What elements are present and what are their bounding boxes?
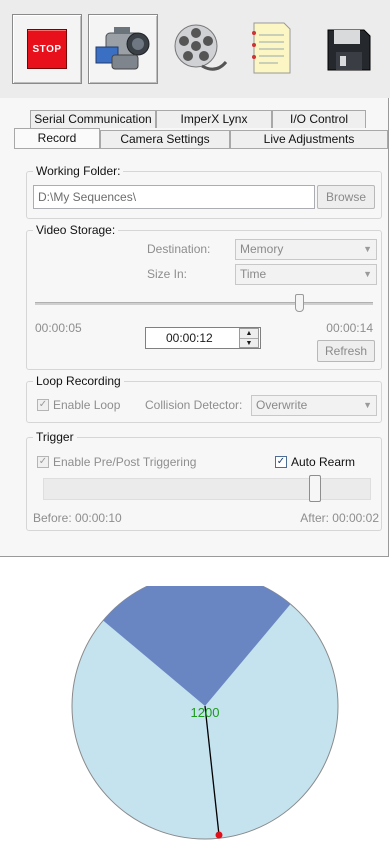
loop-recording-label: Loop Recording [33, 374, 124, 388]
time-spinner[interactable]: ▲ ▼ [239, 328, 259, 348]
camera-icon [95, 27, 150, 70]
tab-page-border [14, 148, 388, 149]
camera-button[interactable] [88, 14, 158, 84]
working-folder-field[interactable]: D:\My Sequences\ [33, 185, 315, 209]
tab-serial-communication[interactable]: Serial Communication [30, 110, 156, 128]
notepad-icon [252, 22, 291, 74]
auto-rearm-label: Auto Rearm [291, 455, 356, 469]
chevron-down-icon: ▼ [363, 400, 372, 410]
tab-row-back: Serial Communication ImperX Lynx I/O Con… [30, 110, 366, 128]
tab-live-adjustments[interactable]: Live Adjustments [230, 130, 388, 148]
loop-recording-group: Loop Recording ✓ Enable Loop Collision D… [26, 374, 382, 423]
chevron-down-icon: ▼ [363, 269, 372, 279]
stop-label: STOP [32, 43, 62, 55]
size-in-label: Size In: [147, 267, 188, 281]
auto-rearm-checkbox[interactable]: ✓ [275, 456, 287, 468]
storage-slider-thumb[interactable] [294, 294, 304, 312]
gauge-value: 1200 [191, 705, 220, 720]
stop-icon: STOP [27, 29, 67, 69]
chevron-down-icon: ▼ [363, 244, 372, 254]
tab-imperx-lynx[interactable]: ImperX Lynx [156, 110, 272, 128]
trigger-group: Trigger ✓ Enable Pre/Post Triggering ✓ A… [26, 430, 382, 531]
tab-row-front: Record Camera Settings Live Adjustments [14, 128, 388, 148]
floppy-disk-icon [327, 29, 371, 71]
size-in-value: Time [240, 267, 267, 281]
working-folder-group: Working Folder: D:\My Sequences\ Browse [26, 164, 382, 219]
storage-max-time: 00:00:14 [326, 321, 373, 335]
playback-button[interactable] [164, 14, 232, 82]
enable-loop-checkbox[interactable]: ✓ [37, 399, 49, 411]
collision-detector-select[interactable]: Overwrite ▼ [251, 395, 377, 416]
settings-panel: Serial Communication ImperX Lynx I/O Con… [0, 98, 389, 557]
trigger-slider-track[interactable] [43, 478, 371, 500]
destination-select[interactable]: Memory ▼ [235, 239, 377, 260]
gauge-dial: 1200 [71, 586, 339, 840]
toolbar: STOP [0, 0, 390, 98]
notes-button[interactable] [236, 14, 304, 82]
film-reel-icon [174, 24, 228, 71]
video-storage-label: Video Storage: [33, 223, 119, 237]
prepost-trigger-label: Enable Pre/Post Triggering [53, 455, 197, 469]
storage-slider-track[interactable] [35, 302, 373, 305]
collision-detector-value: Overwrite [256, 398, 308, 412]
stop-button[interactable]: STOP [12, 14, 82, 84]
enable-loop-label: Enable Loop [53, 398, 121, 412]
video-storage-group: Video Storage: Destination: Memory ▼ Siz… [26, 223, 382, 370]
tab-io-control[interactable]: I/O Control [272, 110, 366, 128]
after-time: After: 00:00:02 [300, 511, 379, 525]
tab-record[interactable]: Record [14, 128, 100, 148]
trigger-label: Trigger [33, 430, 77, 444]
working-folder-label: Working Folder: [33, 164, 124, 178]
spinner-up-icon[interactable]: ▲ [240, 329, 258, 339]
destination-label: Destination: [147, 242, 211, 256]
trigger-slider-thumb[interactable] [308, 475, 321, 502]
refresh-button[interactable]: Refresh [317, 340, 375, 362]
prepost-trigger-checkbox[interactable]: ✓ [37, 456, 49, 468]
destination-value: Memory [240, 242, 284, 256]
current-time-value: 00:00:12 [166, 331, 213, 345]
size-in-select[interactable]: Time ▼ [235, 264, 377, 285]
save-button[interactable] [314, 14, 382, 82]
before-time: Before: 00:00:10 [33, 511, 122, 525]
spinner-down-icon[interactable]: ▼ [240, 339, 258, 348]
storage-min-time: 00:00:05 [35, 321, 82, 335]
collision-detector-label: Collision Detector: [145, 398, 243, 412]
browse-button[interactable]: Browse [317, 185, 375, 209]
gauge-needle-tip [215, 831, 223, 839]
tab-camera-settings[interactable]: Camera Settings [100, 130, 230, 148]
